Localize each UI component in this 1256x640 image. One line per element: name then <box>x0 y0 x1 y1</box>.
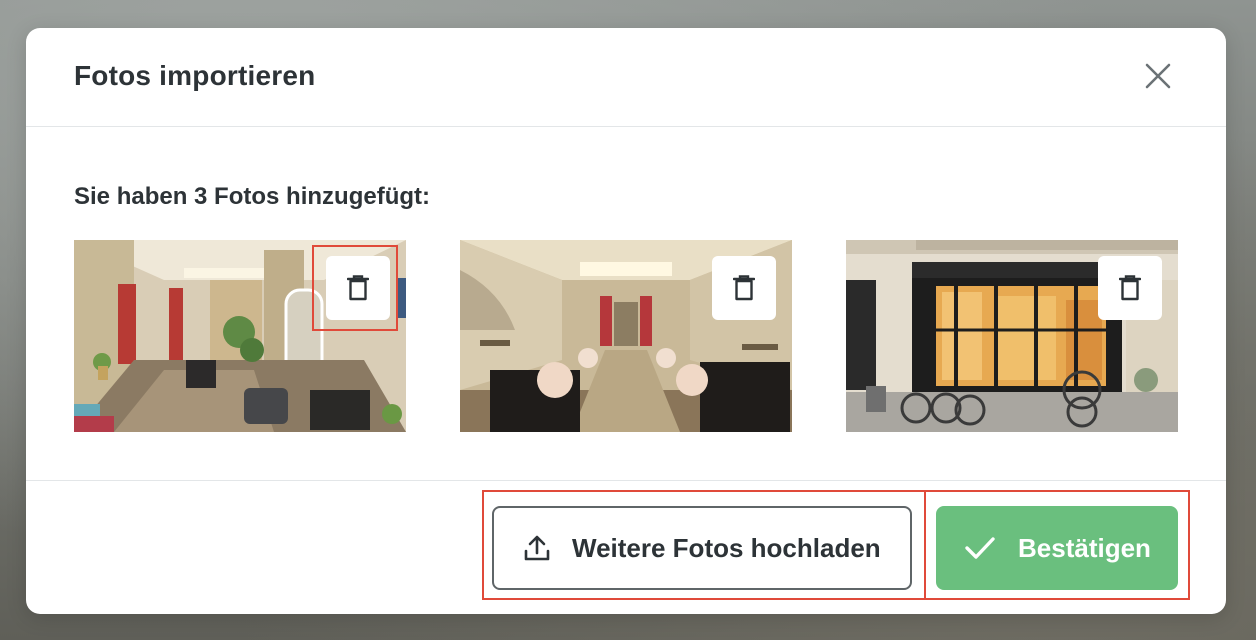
checkmark-icon <box>964 535 996 561</box>
upload-button-label: Weitere Fotos hochladen <box>572 532 881 563</box>
delete-photo-3-button[interactable] <box>1098 256 1162 320</box>
trash-icon <box>733 275 755 301</box>
upload-icon <box>524 535 550 561</box>
confirm-button-label: Bestätigen <box>1018 532 1151 563</box>
photo-thumbnail-2 <box>460 240 792 432</box>
photo-thumbnail-1 <box>74 240 406 432</box>
close-icon <box>1145 63 1171 89</box>
close-button[interactable] <box>1138 56 1178 96</box>
upload-more-photos-button[interactable]: Weitere Fotos hochladen <box>492 506 912 590</box>
trash-icon <box>1119 275 1141 301</box>
trash-icon <box>347 275 369 301</box>
dialog-title: Fotos importieren <box>74 60 316 91</box>
import-photos-dialog: Fotos importieren Sie haben 3 Fotos hinz… <box>26 28 1226 614</box>
dialog-header: Fotos importieren <box>26 28 1226 127</box>
photo-thumbnail-3 <box>846 240 1178 432</box>
confirm-button[interactable]: Bestätigen <box>936 506 1178 590</box>
delete-photo-2-button[interactable] <box>712 256 776 320</box>
delete-photo-1-button[interactable] <box>326 256 390 320</box>
photo-count-text: Sie haben 3 Fotos hinzugefügt: <box>74 183 430 210</box>
